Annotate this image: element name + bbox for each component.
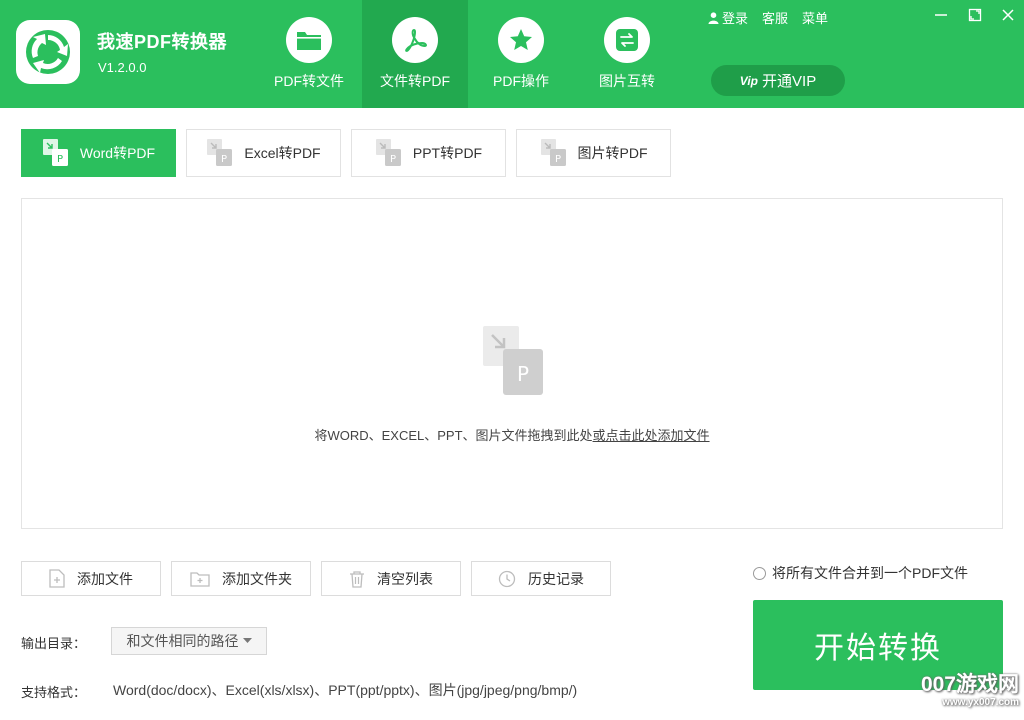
tab-word-to-pdf[interactable]: P Word转PDF [21, 129, 176, 177]
app-version: V1.2.0.0 [98, 60, 147, 75]
word-to-pdf-icon: P [42, 139, 68, 166]
supported-formats-text: Word(doc/docx)、Excel(xls/xlsx)、PPT(ppt/p… [113, 682, 578, 698]
supported-formats-label: 支持格式： [21, 685, 87, 700]
nav-label: PDF操作 [493, 73, 549, 89]
tab-label: Word转PDF [79, 145, 156, 161]
trash-icon [350, 570, 364, 588]
recycle-logo-icon [26, 30, 70, 74]
output-dir-label: 输出目录： [21, 636, 87, 651]
file-convert-icon: P [483, 326, 543, 395]
vip-badge-icon: Vip [739, 73, 759, 88]
maximize-icon [968, 8, 982, 22]
login-link[interactable]: 登录 [708, 8, 748, 27]
action-label: 添加文件 [77, 570, 133, 587]
svg-text:P: P [57, 154, 63, 165]
close-icon [1002, 9, 1014, 21]
app-title: 我速PDF转换器 [97, 32, 227, 52]
action-label: 添加文件夹 [222, 570, 292, 587]
vip-label: 开通VIP [762, 73, 817, 90]
site-watermark: 007游戏网 www.yx007.com [893, 668, 1019, 708]
drop-icon-letter: P [517, 362, 529, 386]
swap-icon [616, 29, 638, 51]
watermark-url: www.yx007.com [942, 697, 1019, 708]
history-button[interactable]: 历史记录 [471, 561, 611, 596]
clear-list-button[interactable]: 清空列表 [321, 561, 461, 596]
menu-label: 菜单 [802, 11, 829, 26]
add-file-icon [49, 569, 65, 588]
tab-ppt-to-pdf[interactable]: P PPT转PDF [351, 129, 506, 177]
top-links: 登录 客服 菜单 [708, 8, 828, 27]
action-label: 历史记录 [528, 570, 584, 587]
merge-label: 将所有文件合并到一个PDF文件 [772, 565, 968, 581]
service-link[interactable]: 客服 [762, 8, 788, 27]
minimize-button[interactable] [932, 6, 950, 24]
output-dir-select[interactable]: 和文件相同的路径 [111, 627, 267, 655]
app-logo [16, 20, 80, 84]
add-file-button[interactable]: 添加文件 [21, 561, 161, 596]
excel-to-pdf-icon: P [207, 139, 233, 166]
folder-icon [297, 32, 321, 50]
clock-icon [498, 570, 516, 587]
drop-hint: 将WORD、EXCEL、PPT、图片文件拖拽到此处或点击此处添加文件 [22, 425, 1002, 444]
add-folder-button[interactable]: 添加文件夹 [171, 561, 311, 596]
chevron-down-icon [242, 638, 252, 643]
output-dir-value: 和文件相同的路径 [126, 633, 239, 649]
drop-hint-text: 将WORD、EXCEL、PPT、图片文件拖拽到此处 [314, 428, 593, 443]
merge-pdf-option[interactable]: 将所有文件合并到一个PDF文件 [753, 563, 968, 583]
action-label: 清空列表 [377, 570, 433, 587]
ppt-to-pdf-icon: P [375, 139, 401, 166]
tab-label: PPT转PDF [412, 145, 483, 161]
image-to-pdf-icon: P [540, 139, 566, 166]
service-label: 客服 [762, 11, 789, 26]
pdf-acrobat-icon [405, 29, 427, 52]
svg-text:P: P [554, 154, 560, 165]
title-bar: 我速PDF转换器 V1.2.0.0 PDF转文件 文件转PDF PDF操作 图片… [0, 0, 1024, 108]
nav-label: PDF转文件 [274, 73, 344, 89]
menu-link[interactable]: 菜单 [802, 8, 828, 27]
tab-label: 图片转PDF [577, 145, 648, 161]
open-vip-button[interactable]: Vip 开通VIP [711, 65, 845, 96]
maximize-button[interactable] [966, 6, 984, 24]
login-label: 登录 [722, 11, 749, 26]
nav-label: 图片互转 [599, 73, 655, 89]
close-button[interactable] [999, 6, 1017, 24]
watermark-main: 007游戏网 [920, 673, 1019, 696]
nav-pdf-operation[interactable]: PDF操作 [468, 0, 574, 108]
nav-file-to-pdf[interactable]: 文件转PDF [362, 0, 468, 108]
merge-radio[interactable] [753, 566, 766, 580]
tab-excel-to-pdf[interactable]: P Excel转PDF [186, 129, 341, 177]
nav-label: 文件转PDF [380, 73, 450, 89]
file-drop-zone[interactable]: P 将WORD、EXCEL、PPT、图片文件拖拽到此处或点击此处添加文件 [21, 198, 1003, 529]
tab-label: Excel转PDF [244, 145, 321, 161]
nav-pdf-to-file[interactable]: PDF转文件 [256, 0, 362, 108]
add-folder-icon [190, 571, 210, 587]
minimize-icon [935, 14, 947, 16]
add-file-link[interactable]: 或点击此处添加文件 [593, 428, 710, 443]
star-icon [510, 29, 532, 50]
svg-text:P: P [390, 154, 396, 165]
tab-image-to-pdf[interactable]: P 图片转PDF [516, 129, 671, 177]
user-icon [708, 11, 719, 24]
nav-image-convert[interactable]: 图片互转 [574, 0, 680, 108]
svg-text:P: P [221, 154, 227, 165]
